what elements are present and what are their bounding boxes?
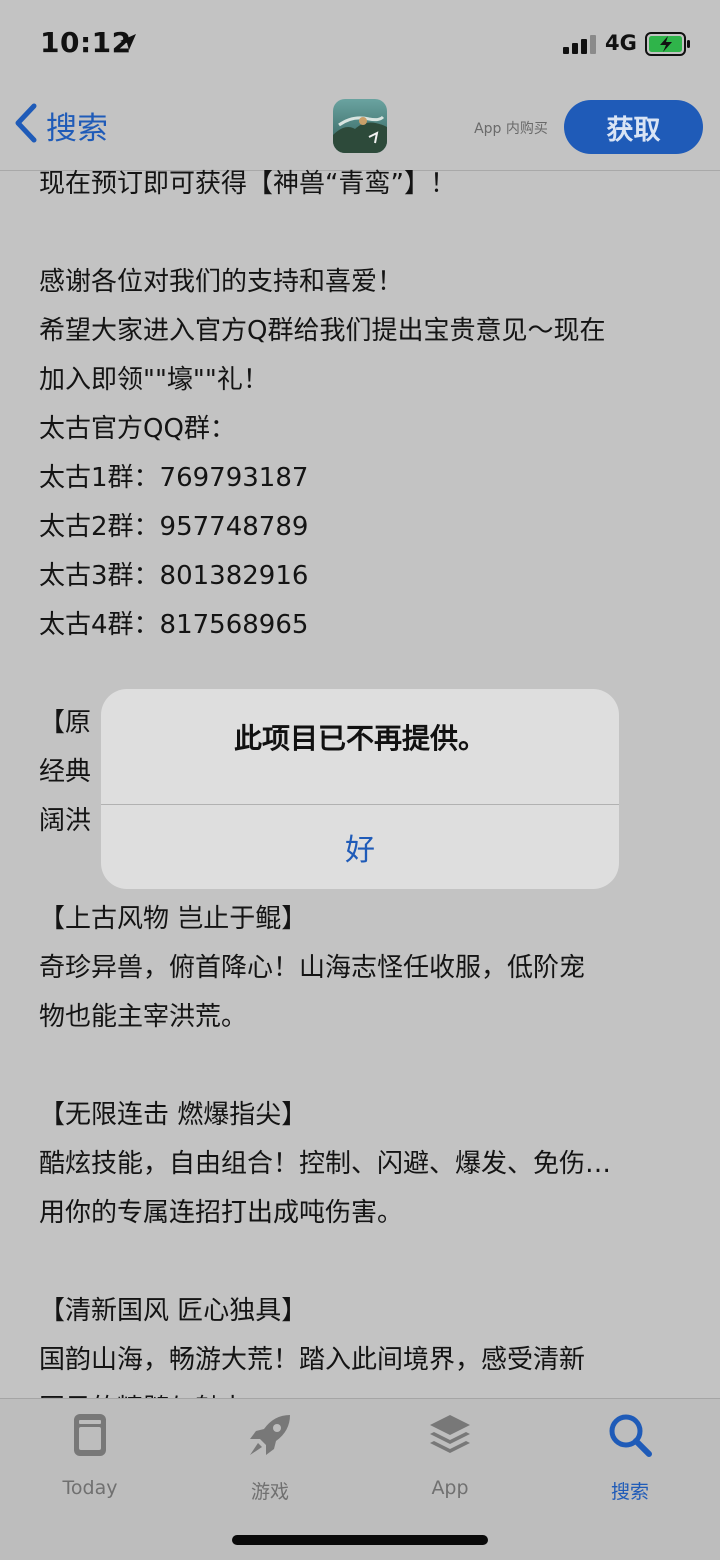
nav-bar: 搜索 App 内购买 获取 [0, 88, 720, 171]
description-line [39, 1238, 699, 1287]
description-line: 【无限连击 燃爆指尖】 [39, 1100, 308, 1130]
status-bar: 10:12 4G [0, 0, 720, 88]
description-line: 【上古风物 岂止于鲲】 [39, 904, 308, 934]
search-icon [606, 1411, 654, 1459]
back-button[interactable]: 搜索 [14, 100, 108, 150]
description-line [39, 1042, 699, 1091]
tab-label: 搜索 [610, 1481, 649, 1503]
today-icon [66, 1411, 114, 1459]
description-line [39, 209, 699, 258]
home-indicator[interactable] [232, 1535, 488, 1545]
tab-today[interactable]: Today [30, 1409, 150, 1509]
signal-bars-icon [563, 34, 597, 58]
description-line: 太古2群：957748789 [39, 512, 309, 542]
tab-search[interactable]: 搜索 [570, 1409, 690, 1509]
back-label: 搜索 [46, 110, 108, 147]
alert-dialog: 此项目已不再提供。 好 [101, 689, 619, 889]
network-type: 4G [605, 31, 637, 55]
battery-charging-icon [645, 32, 691, 60]
description-line: 国风的精髓与魅力 [39, 1385, 699, 1398]
description-line: 加入即领""壕""礼！ [39, 365, 269, 395]
description-line: 感谢各位对我们的支持和喜爱！ [39, 267, 404, 297]
description-line: 【清新国风 匠心独具】 [39, 1296, 308, 1326]
location-arrow-icon [118, 32, 138, 56]
description-line: 太古3群：801382916 [39, 561, 309, 591]
tab-label: App [431, 1477, 469, 1499]
layers-icon [426, 1411, 474, 1459]
description-line: 奇珍异兽，俯首降心！山海志怪任收服，低阶宠 [39, 953, 586, 983]
description-line: 太古4群：817568965 [39, 610, 309, 640]
app-icon [333, 99, 387, 153]
alert-title: 此项目已不再提供。 [233, 722, 486, 755]
in-app-purchase-label: App 内购买 [474, 121, 548, 137]
description-line: 现在预订即可获得【神兽“青鸾”】！ [39, 169, 456, 199]
chevron-left-icon [14, 103, 38, 147]
rocket-icon [246, 1411, 294, 1459]
description-line: 太古1群：769793187 [39, 463, 309, 493]
description-line: 太古官方QQ群： [39, 414, 236, 444]
tab-apps[interactable]: App [390, 1409, 510, 1509]
description-line: 用你的专属连招打出成吨伤害。 [39, 1198, 404, 1228]
description-line: 物也能主宰洪荒。 [39, 1002, 248, 1032]
description-line: 国韵山海，畅游大荒！踏入此间境界，感受清新 [39, 1345, 586, 1375]
tab-games[interactable]: 游戏 [210, 1409, 330, 1509]
description-line: 希望大家进入官方Q群给我们提出宝贵意见～现在 [39, 316, 606, 346]
tab-label: 游戏 [250, 1481, 289, 1503]
alert-ok-button[interactable]: 好 [101, 805, 619, 889]
get-button[interactable]: 获取 [564, 100, 703, 154]
description-line-start: 经典 [39, 757, 92, 787]
description-line: 酷炫技能，自由组合！控制、闪避、爆发、免伤… [39, 1149, 612, 1179]
tab-label: Today [62, 1477, 118, 1499]
